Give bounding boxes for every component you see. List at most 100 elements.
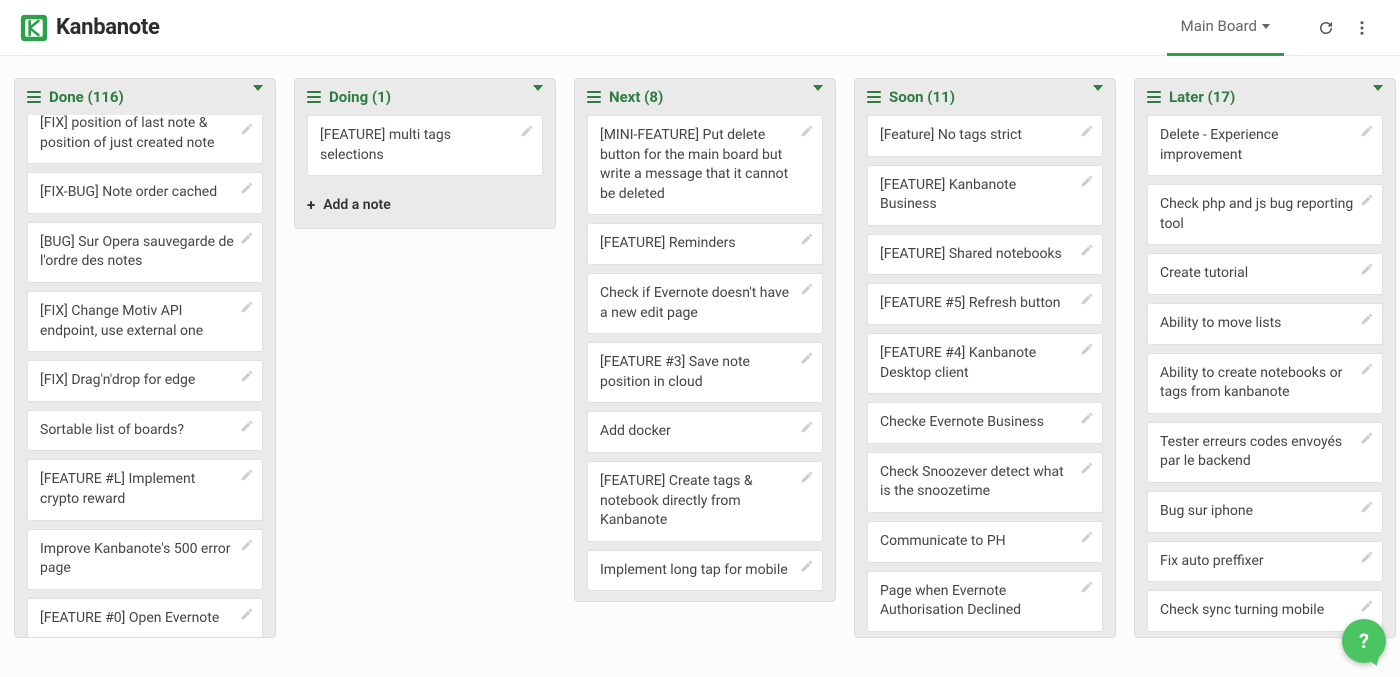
edit-icon[interactable] (1360, 550, 1374, 564)
drag-handle-icon[interactable] (27, 91, 41, 103)
edit-icon[interactable] (240, 538, 254, 552)
edit-icon[interactable] (1080, 580, 1094, 594)
column-menu-button[interactable] (533, 91, 543, 104)
edit-icon[interactable] (800, 420, 814, 434)
column-title[interactable]: Doing (1) (329, 88, 525, 106)
column-title[interactable]: Later (17) (1169, 88, 1365, 106)
board-selector[interactable]: Main Board (1167, 0, 1284, 56)
refresh-button[interactable] (1316, 18, 1336, 38)
card[interactable]: Implement long tap for mobile (587, 550, 823, 592)
card[interactable]: Check if Evernote doesn't have a new edi… (587, 273, 823, 334)
card[interactable]: [FEATURE] Shared notebooks (867, 234, 1103, 276)
edit-icon[interactable] (1360, 262, 1374, 276)
help-bubble[interactable]: ? (1342, 619, 1386, 663)
add-note-button[interactable]: +Add a note (295, 186, 555, 228)
edit-icon[interactable] (240, 300, 254, 314)
edit-icon[interactable] (1360, 431, 1374, 445)
card[interactable]: [FEATURE] Reminders (587, 223, 823, 265)
edit-icon[interactable] (1080, 342, 1094, 356)
column: Next (8) [MINI-FEATURE] Put delete button… (574, 78, 836, 602)
edit-icon[interactable] (240, 419, 254, 433)
edit-icon[interactable] (240, 607, 254, 621)
column-title[interactable]: Soon (11) (889, 88, 1085, 106)
edit-icon[interactable] (520, 124, 534, 138)
card[interactable]: [MINI-FEATURE] Put delete button for the… (587, 115, 823, 215)
edit-icon[interactable] (1360, 312, 1374, 326)
card[interactable]: Check Snoozever detect what is the snooz… (867, 452, 1103, 513)
edit-icon[interactable] (1080, 411, 1094, 425)
card[interactable]: Page when Evernote Authorisation Decline… (867, 571, 1103, 632)
card[interactable]: [FIX] Change Motiv API endpoint, use ext… (27, 291, 263, 352)
card[interactable]: Bug sur iphone (1147, 491, 1383, 533)
edit-icon[interactable] (1360, 193, 1374, 207)
edit-icon[interactable] (240, 231, 254, 245)
card[interactable]: [FEATURE #4] Kanbanote Desktop client (867, 333, 1103, 394)
edit-icon[interactable] (1080, 292, 1094, 306)
edit-icon[interactable] (1080, 530, 1094, 544)
column-header[interactable]: Later (17) (1135, 79, 1395, 115)
column-menu-button[interactable] (1093, 91, 1103, 104)
card[interactable]: [FIX] position of last note & position o… (27, 115, 263, 164)
card[interactable]: [FIX] Drag'n'drop for edge (27, 360, 263, 402)
card[interactable]: [FEATURE #5] Refresh button (867, 283, 1103, 325)
column-header[interactable]: Next (8) (575, 79, 835, 115)
column-title[interactable]: Next (8) (609, 88, 805, 106)
edit-icon[interactable] (240, 181, 254, 195)
chevron-down-icon (1262, 24, 1270, 29)
card[interactable]: [FEATURE #0] Open Evernote (27, 598, 263, 637)
card[interactable]: Fix auto preffixer (1147, 541, 1383, 583)
card[interactable]: Add docker (587, 411, 823, 453)
card[interactable]: Checke Evernote Business (867, 402, 1103, 444)
edit-icon[interactable] (800, 232, 814, 246)
column-menu-button[interactable] (253, 91, 263, 104)
card[interactable]: [FEATURE] Create tags & notebook directl… (587, 461, 823, 542)
column-title[interactable]: Done (116) (49, 88, 245, 106)
edit-icon[interactable] (1080, 174, 1094, 188)
card[interactable]: [BUG] Sur Opera sauvegarde de l'ordre de… (27, 222, 263, 283)
card[interactable]: [FEATURE] multi tags selections (307, 115, 543, 176)
edit-icon[interactable] (1360, 500, 1374, 514)
edit-icon[interactable] (1080, 461, 1094, 475)
card[interactable]: [FEATURE #3] Save note position in cloud (587, 342, 823, 403)
edit-icon[interactable] (1080, 243, 1094, 257)
edit-icon[interactable] (1360, 362, 1374, 376)
column-menu-button[interactable] (1373, 91, 1383, 104)
card[interactable]: Check php and js bug reporting tool (1147, 184, 1383, 245)
edit-icon[interactable] (1360, 124, 1374, 138)
card[interactable]: [Feature] No tags strict (867, 115, 1103, 157)
card[interactable]: [FEATURE #L] Implement crypto reward (27, 459, 263, 520)
edit-icon[interactable] (800, 282, 814, 296)
card[interactable]: Sortable list of boards? (27, 410, 263, 452)
app-logo[interactable]: Kanbanote (20, 14, 160, 42)
drag-handle-icon[interactable] (587, 91, 601, 103)
card[interactable]: Improve Kanbanote's 500 error page (27, 529, 263, 590)
drag-handle-icon[interactable] (867, 91, 881, 103)
card[interactable]: [FIX-BUG] Note order cached (27, 172, 263, 214)
edit-icon[interactable] (240, 369, 254, 383)
edit-icon[interactable] (240, 468, 254, 482)
card[interactable]: [FEATURE] Kanbanote Business (867, 165, 1103, 226)
edit-icon[interactable] (800, 124, 814, 138)
column-menu-button[interactable] (813, 91, 823, 104)
card-text: [FIX] position of last note & position o… (40, 115, 214, 151)
card-text: Implement long tap for mobile (600, 562, 788, 578)
column-header[interactable]: Soon (11) (855, 79, 1115, 115)
card-text: Checke Evernote Business (880, 414, 1044, 430)
drag-handle-icon[interactable] (1147, 91, 1161, 103)
card[interactable]: Tester erreurs codes envoyés par le back… (1147, 422, 1383, 483)
card[interactable]: Create tutorial (1147, 253, 1383, 295)
card[interactable]: Ability to create notebooks or tags from… (1147, 353, 1383, 414)
card[interactable]: Communicate to PH (867, 521, 1103, 563)
edit-icon[interactable] (800, 559, 814, 573)
card[interactable]: Ability to move lists (1147, 303, 1383, 345)
column-header[interactable]: Done (116) (15, 79, 275, 115)
edit-icon[interactable] (1360, 599, 1374, 613)
edit-icon[interactable] (800, 470, 814, 484)
more-menu-button[interactable] (1352, 18, 1372, 38)
card[interactable]: Delete - Experience improvement (1147, 115, 1383, 176)
drag-handle-icon[interactable] (307, 91, 321, 103)
column-header[interactable]: Doing (1) (295, 79, 555, 115)
edit-icon[interactable] (1080, 124, 1094, 138)
edit-icon[interactable] (800, 351, 814, 365)
edit-icon[interactable] (240, 122, 254, 136)
